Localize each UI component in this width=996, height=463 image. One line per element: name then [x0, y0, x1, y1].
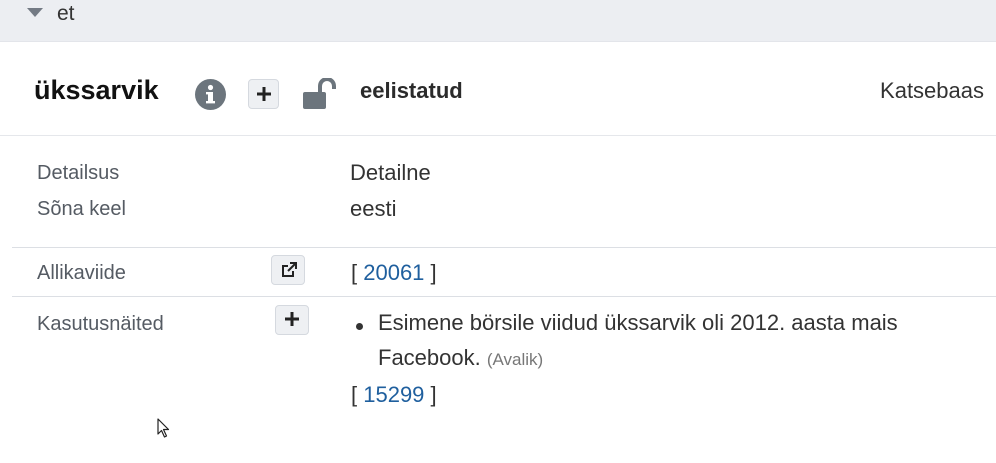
unlock-icon[interactable] — [302, 78, 338, 110]
word-language-value: eesti — [350, 196, 397, 221]
language-code: et — [57, 2, 75, 25]
caret-down-icon[interactable] — [27, 8, 43, 17]
open-source-button[interactable] — [271, 255, 305, 285]
bracket: [ — [351, 382, 364, 407]
external-link-icon — [282, 262, 297, 277]
bracket: ] — [424, 382, 437, 407]
info-icon[interactable] — [195, 79, 226, 110]
usage-example-text-end: Facebook. — [378, 345, 481, 370]
dataset-name: Katsebaas — [880, 78, 984, 103]
source-label: Allikaviide — [37, 262, 126, 284]
detail-level-label: Detailsus — [37, 162, 120, 184]
usage-examples-label: Kasutusnäited — [37, 313, 164, 335]
add-word-button[interactable] — [248, 79, 279, 109]
source-ref-link[interactable]: 20061 — [363, 260, 424, 285]
word-title: ükssarvik — [34, 75, 159, 105]
bracket: [ — [351, 260, 364, 285]
usage-example-text-continued: Facebook. (Avalik) — [378, 345, 543, 371]
usage-example-reference: [ 15299 ] — [351, 382, 437, 408]
bracket: ] — [424, 260, 437, 285]
divider — [12, 247, 996, 248]
usage-example-text: Esimene börsile viidud ükssarvik oli 201… — [378, 310, 898, 335]
language-section-header[interactable]: et — [0, 0, 996, 42]
detail-level-value: Detailne — [350, 160, 431, 185]
word-language-label: Sõna keel — [37, 198, 126, 220]
visibility-tag: (Avalik) — [486, 350, 544, 369]
word-header: ükssarvik eelistatud Katsebaas — [0, 42, 996, 136]
plus-icon — [257, 87, 271, 101]
plus-icon — [285, 312, 299, 326]
list-bullet — [356, 323, 363, 330]
divider — [12, 296, 996, 297]
add-usage-example-button[interactable] — [275, 305, 309, 335]
mouse-pointer-icon — [157, 418, 170, 438]
source-reference: [ 20061 ] — [351, 260, 437, 286]
usage-ref-link[interactable]: 15299 — [363, 382, 424, 407]
word-status: eelistatud — [360, 78, 463, 103]
